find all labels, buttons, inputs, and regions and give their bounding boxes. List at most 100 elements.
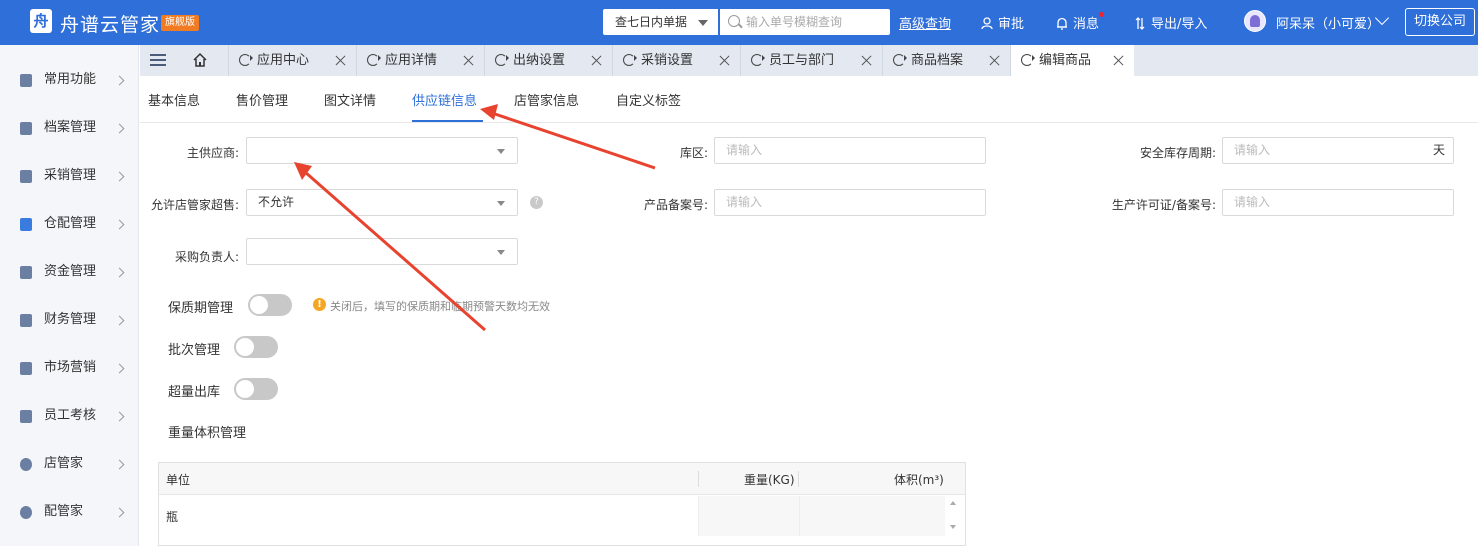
close-icon[interactable] — [989, 55, 1000, 66]
safety-cycle-input[interactable]: 请输入 天 — [1222, 137, 1454, 164]
allow-oversell-label: 允许店管家超售: — [150, 198, 239, 212]
sidebar-item-purchase-sales[interactable]: 采销管理 — [0, 152, 139, 200]
scroll-up-icon[interactable] — [950, 501, 956, 505]
sidebar-item-label: 店管家 — [44, 456, 84, 471]
column-header-unit: 单位 — [166, 473, 191, 487]
export-import-button[interactable]: 导出/导入 — [1134, 13, 1207, 32]
sidebar-item-archives[interactable]: 档案管理 — [0, 104, 139, 152]
subtab-graphic-details[interactable]: 图文详情 — [324, 90, 376, 109]
box-icon — [20, 74, 32, 87]
tab-product-archive[interactable]: 商品档案 — [882, 45, 1010, 76]
messages-label: 消息 — [1073, 17, 1100, 32]
refresh-icon[interactable] — [751, 54, 765, 66]
chevron-right-icon — [114, 171, 125, 182]
user-name[interactable]: 阿呆呆（小可爱） — [1276, 13, 1380, 32]
close-icon[interactable] — [861, 55, 872, 66]
tab-app-center[interactable]: 应用中心 — [228, 45, 356, 76]
main-supplier-select[interactable] — [246, 137, 518, 164]
unread-dot — [1099, 12, 1104, 17]
batch-toggle[interactable] — [234, 336, 278, 358]
safety-cycle-placeholder: 请输入 — [1234, 143, 1271, 157]
close-icon[interactable] — [1113, 55, 1124, 66]
approve-button[interactable]: 审批 — [981, 13, 1024, 32]
edition-badge: 旗舰版 — [161, 15, 199, 31]
overstock-label: 超量出库 — [168, 385, 221, 400]
subtab-store-manager-info[interactable]: 店管家信息 — [514, 90, 579, 109]
close-icon[interactable] — [463, 55, 474, 66]
tab-edit-product[interactable]: 编辑商品 — [1010, 45, 1134, 76]
chat-icon — [20, 506, 32, 519]
refresh-icon[interactable] — [893, 54, 907, 66]
subtab-basic-info[interactable]: 基本信息 — [148, 90, 200, 109]
zone-label: 库区: — [679, 146, 708, 160]
sidebar-item-label: 仓配管理 — [44, 216, 97, 231]
column-divider — [698, 496, 699, 536]
messages-button[interactable]: 消息 — [1056, 13, 1099, 32]
sidebar-item-store-manager[interactable]: 店管家 — [0, 440, 139, 488]
sidebar-item-marketing[interactable]: 市场营销 — [0, 344, 139, 392]
sidebar-item-label: 财务管理 — [44, 312, 97, 327]
overstock-toggle[interactable] — [234, 378, 278, 400]
menu-collapse-icon[interactable] — [150, 54, 166, 67]
purchaser-select[interactable] — [246, 238, 518, 265]
table-scrollbar[interactable] — [945, 496, 963, 536]
query-type-select[interactable]: 查七日内单据 — [603, 9, 718, 35]
column-header-weight: 重量(KG) — [744, 473, 795, 487]
chevron-right-icon — [114, 75, 125, 86]
refresh-icon[interactable] — [495, 54, 509, 66]
subtab-price-management[interactable]: 售价管理 — [236, 90, 288, 109]
tab-bar: 应用中心 应用详情 出纳设置 采销设置 员工与部门 商品档案 编辑商品 — [140, 45, 1478, 76]
help-icon[interactable]: ? — [530, 196, 543, 209]
refresh-icon[interactable] — [623, 54, 637, 66]
clipboard-icon — [20, 170, 32, 183]
production-license-placeholder: 请输入 — [1234, 195, 1271, 209]
tab-cashier-settings[interactable]: 出纳设置 — [484, 45, 612, 76]
weight-volume-table: 单位 重量(KG) 体积(m³) 瓶 — [158, 462, 966, 546]
order-search-input[interactable] — [746, 12, 886, 32]
shop-icon — [20, 362, 32, 375]
close-icon[interactable] — [591, 55, 602, 66]
store-icon — [20, 458, 32, 471]
zone-input[interactable]: 请输入 — [714, 137, 986, 164]
close-icon[interactable] — [719, 55, 730, 66]
shelf-life-toggle[interactable] — [248, 294, 292, 316]
users-icon — [20, 410, 32, 423]
sidebar-item-label: 常用功能 — [44, 72, 97, 87]
production-license-input[interactable]: 请输入 — [1222, 189, 1454, 216]
sort-arrows-icon — [1135, 17, 1145, 30]
tab-label: 编辑商品 — [1039, 53, 1092, 68]
sidebar-item-delivery-manager[interactable]: 配管家 — [0, 488, 139, 536]
moneybag-icon — [20, 266, 32, 279]
tab-label: 应用中心 — [257, 53, 310, 68]
order-search-box[interactable] — [720, 9, 890, 35]
refresh-icon[interactable] — [239, 54, 253, 66]
refresh-icon[interactable] — [1021, 54, 1035, 66]
sidebar-item-warehouse[interactable]: 仓配管理 — [0, 200, 139, 248]
column-divider — [799, 496, 800, 536]
sidebar-item-common[interactable]: 常用功能 — [0, 56, 139, 104]
chevron-right-icon — [114, 363, 125, 374]
refresh-icon[interactable] — [367, 54, 381, 66]
filing-number-input[interactable]: 请输入 — [714, 189, 986, 216]
allow-oversell-select[interactable]: 不允许 — [246, 189, 518, 216]
bell-icon — [1057, 17, 1067, 30]
avatar[interactable] — [1244, 10, 1266, 32]
zone-placeholder: 请输入 — [726, 143, 763, 157]
chevron-right-icon — [114, 411, 125, 422]
switch-company-button[interactable]: 切换公司 — [1405, 8, 1475, 36]
sidebar-item-funds[interactable]: 资金管理 — [0, 248, 139, 296]
tab-staff-departments[interactable]: 员工与部门 — [740, 45, 882, 76]
home-icon[interactable] — [192, 52, 208, 68]
scroll-down-icon[interactable] — [950, 525, 956, 529]
sidebar-item-staff-review[interactable]: 员工考核 — [0, 392, 139, 440]
tab-app-detail[interactable]: 应用详情 — [356, 45, 484, 76]
tab-purchase-settings[interactable]: 采销设置 — [612, 45, 740, 76]
sidebar-item-finance[interactable]: 财务管理 — [0, 296, 139, 344]
close-icon[interactable] — [335, 55, 346, 66]
editable-cells-area — [699, 496, 945, 536]
subtab-supply-chain[interactable]: 供应链信息 — [412, 90, 477, 109]
active-subtab-indicator — [412, 120, 483, 122]
subtab-custom-tags[interactable]: 自定义标签 — [616, 90, 681, 109]
advanced-search-link[interactable]: 高级查询 — [899, 13, 951, 32]
tab-label: 采销设置 — [641, 53, 694, 68]
